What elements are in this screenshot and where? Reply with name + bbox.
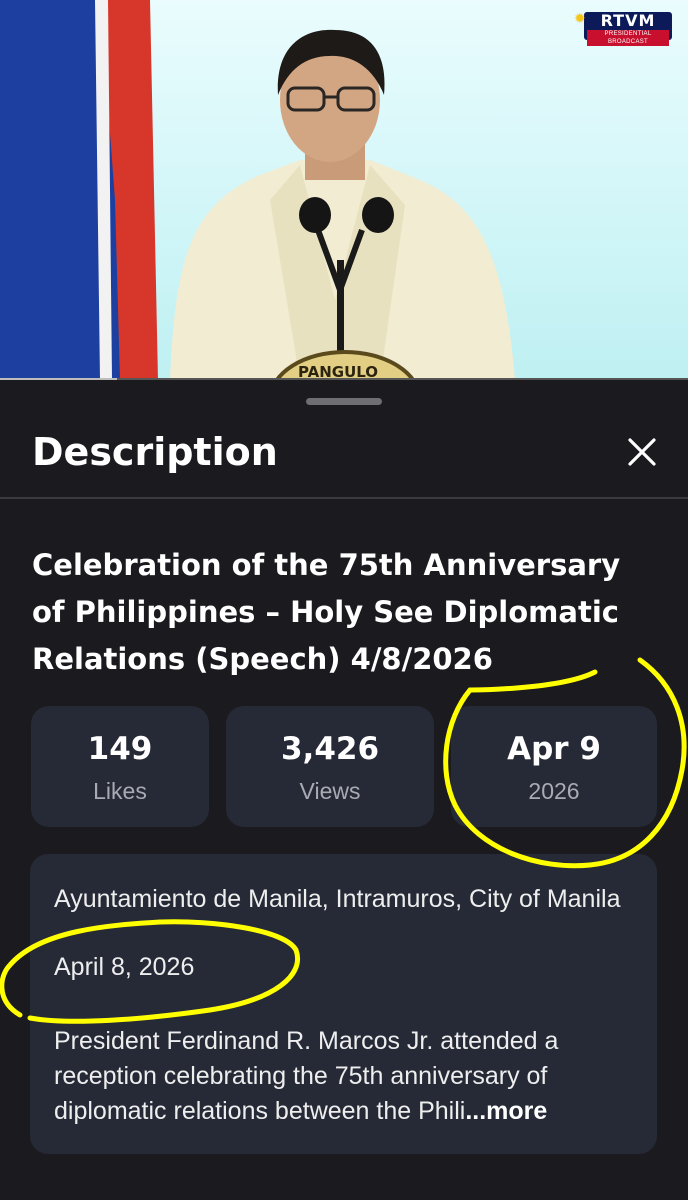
likes-stat: 149 Likes bbox=[31, 706, 209, 827]
likes-label: Likes bbox=[93, 778, 147, 804]
channel-logo-text: RTVM bbox=[600, 11, 656, 30]
description-text: President Ferdinand R. Marcos Jr. attend… bbox=[54, 1024, 654, 1129]
publish-date: Apr 9 bbox=[507, 731, 601, 767]
views-label: Views bbox=[299, 778, 361, 804]
publish-year: 2026 bbox=[528, 778, 580, 804]
divider bbox=[0, 497, 688, 499]
publish-date-stat: Apr 9 2026 bbox=[451, 706, 657, 827]
sun-icon: ✹ bbox=[574, 10, 586, 26]
drag-handle[interactable] bbox=[306, 398, 382, 405]
description-sheet: Description Celebration of the 75th Anni… bbox=[0, 382, 688, 1200]
video-player[interactable]: PANGULO ✹ RTVM PRESIDENTIAL BROADCAST bbox=[0, 0, 688, 380]
channel-logo: ✹ RTVM PRESIDENTIAL BROADCAST bbox=[574, 10, 672, 46]
sheet-title: Description bbox=[32, 430, 278, 474]
likes-count: 149 bbox=[87, 731, 153, 767]
progress-bar[interactable] bbox=[0, 378, 688, 380]
views-count: 3,426 bbox=[280, 731, 380, 767]
views-stat: 3,426 Views bbox=[226, 706, 434, 827]
location-text: Ayuntamiento de Manila, Intramuros, City… bbox=[54, 885, 621, 913]
close-button[interactable] bbox=[614, 430, 670, 474]
progress-fill bbox=[0, 378, 117, 380]
video-frame: PANGULO bbox=[0, 0, 515, 380]
description-card[interactable]: Ayuntamiento de Manila, Intramuros, City… bbox=[30, 854, 657, 1154]
event-date: April 8, 2026 bbox=[54, 953, 195, 981]
channel-logo-subtext: PRESIDENTIAL BROADCAST bbox=[587, 30, 669, 46]
video-title: Celebration of the 75th Anniversary of P… bbox=[32, 548, 621, 676]
more-link[interactable]: ...more bbox=[465, 1097, 547, 1125]
close-icon bbox=[628, 438, 656, 466]
